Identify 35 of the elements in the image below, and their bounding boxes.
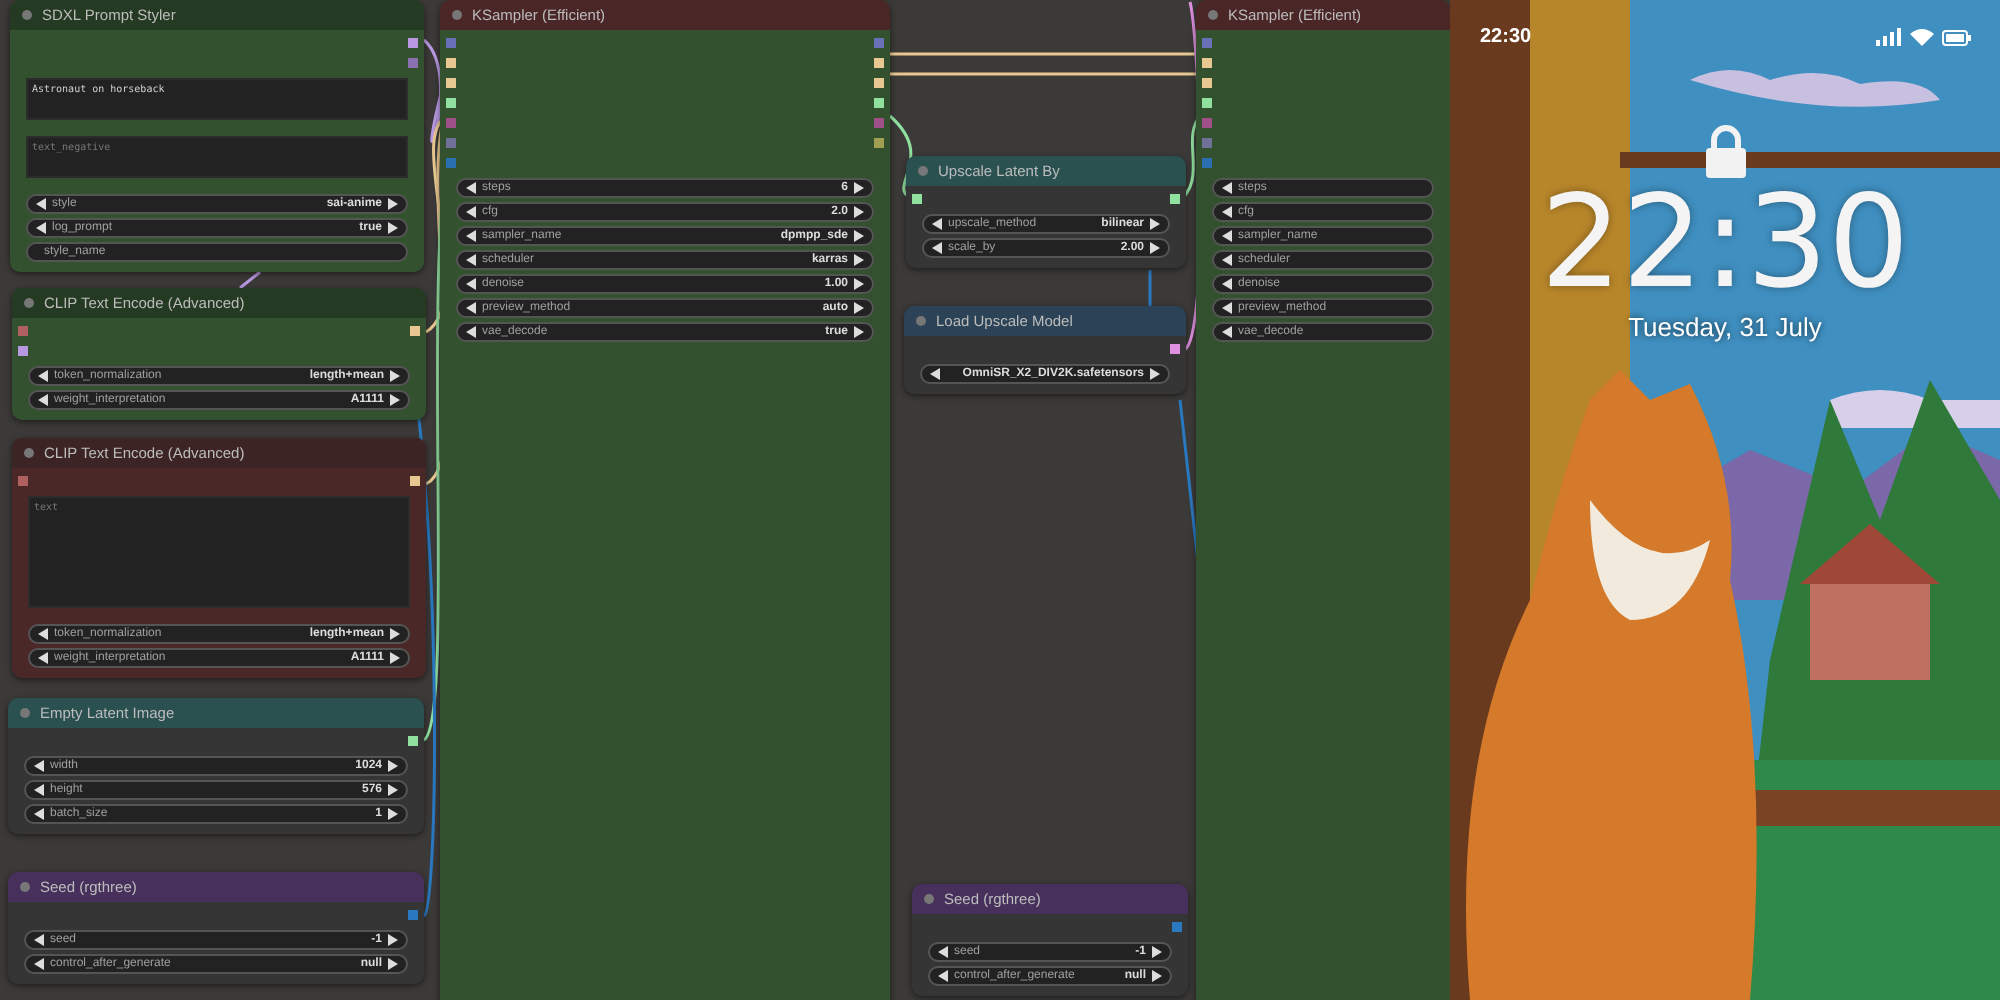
input-socket-icon[interactable]	[1202, 118, 1212, 128]
node-dot-icon	[452, 10, 462, 20]
node-dot-icon	[24, 448, 34, 458]
input-socket-icon[interactable]	[18, 326, 28, 336]
node-dot-icon	[916, 316, 926, 326]
input-socket-icon[interactable]	[1202, 138, 1212, 148]
node-dot-icon	[924, 894, 934, 904]
signal-icon	[1876, 28, 1902, 46]
input-socket-icon[interactable]	[1202, 38, 1212, 48]
node-dot-icon	[1208, 10, 1218, 20]
input-socket-icon[interactable]	[446, 58, 456, 68]
input-socket-icon[interactable]	[1202, 78, 1212, 88]
wifi-icon	[1910, 28, 1934, 46]
battery-icon	[1942, 29, 1972, 45]
input-socket-icon[interactable]	[446, 98, 456, 108]
input-socket-icon[interactable]	[446, 38, 456, 48]
input-socket-icon[interactable]	[446, 118, 456, 128]
node-dot-icon	[20, 708, 30, 718]
input-socket-icon[interactable]	[446, 78, 456, 88]
input-socket-icon[interactable]	[1202, 98, 1212, 108]
input-socket-icon[interactable]	[446, 138, 456, 148]
status-time: 22:30	[1480, 26, 1532, 48]
input-socket-icon[interactable]	[18, 476, 28, 486]
node-dot-icon	[24, 298, 34, 308]
input-socket-icon[interactable]	[1202, 58, 1212, 68]
input-socket-icon[interactable]	[18, 346, 28, 356]
right-arrow-icon[interactable]	[1150, 368, 1160, 380]
input-socket-icon[interactable]	[912, 194, 922, 204]
node-dot-icon	[22, 10, 32, 20]
node-dot-icon	[20, 882, 30, 892]
input-socket-icon[interactable]	[446, 158, 456, 168]
lock-icon	[1703, 124, 1747, 180]
input-socket-icon[interactable]	[1202, 158, 1212, 168]
node-dot-icon	[918, 166, 928, 176]
left-arrow-icon[interactable]	[930, 368, 940, 380]
